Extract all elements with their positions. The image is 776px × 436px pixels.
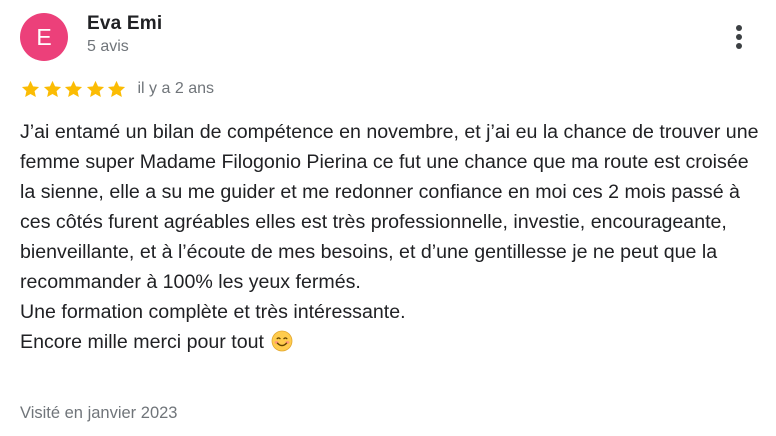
- rating-row: il y a 2 ans: [20, 78, 214, 100]
- more-options-button[interactable]: [724, 20, 754, 54]
- visited-date: Visité en janvier 2023: [20, 404, 178, 422]
- more-vert-icon: [736, 25, 742, 31]
- avatar-initial: E: [36, 24, 52, 50]
- review-text: J’ai entamé un bilan de compétence en no…: [20, 117, 760, 357]
- review-paragraph-2: Une formation complète et très intéressa…: [20, 301, 406, 323]
- star-icon: [106, 79, 127, 99]
- smiling-face-icon: [271, 330, 293, 352]
- reviewer-review-count: 5 avis: [87, 38, 129, 55]
- star-icon: [42, 79, 63, 99]
- star-icon: [85, 79, 106, 99]
- review-paragraph-3-text: Encore mille merci pour tout: [20, 331, 264, 353]
- more-vert-icon-dot: [736, 43, 742, 49]
- review-paragraph-3: Encore mille merci pour tout: [20, 327, 760, 357]
- star-icon: [20, 79, 41, 99]
- star-icon: [63, 79, 84, 99]
- review-date: il y a 2 ans: [137, 80, 214, 97]
- review-card: E Eva Emi 5 avis il y a 2 ans J’ai entam…: [0, 0, 776, 436]
- more-vert-icon-dot: [736, 34, 742, 40]
- avatar[interactable]: E: [20, 13, 68, 61]
- reviewer-name[interactable]: Eva Emi: [87, 13, 162, 35]
- review-paragraph-1: J’ai entamé un bilan de compétence en no…: [20, 121, 759, 293]
- star-rating: [20, 79, 128, 99]
